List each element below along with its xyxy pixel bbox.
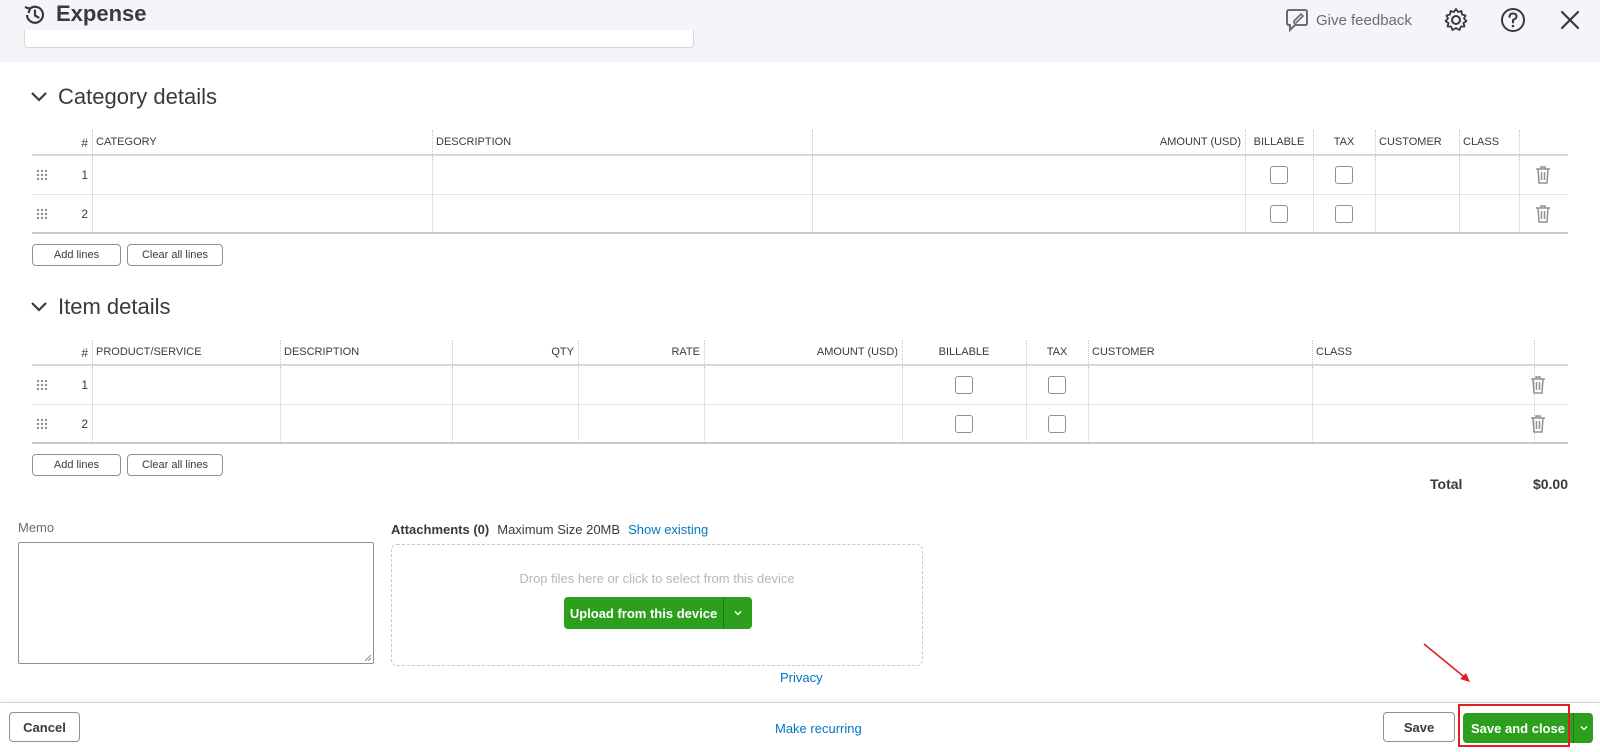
table-row[interactable]: 1 — [32, 156, 1568, 195]
attachments-header: Attachments (0) Maximum Size 20MB Show e… — [391, 522, 708, 537]
billable-checkbox[interactable] — [955, 415, 973, 433]
item-add-lines-button[interactable]: Add lines — [32, 454, 121, 476]
chevron-down-icon — [31, 302, 47, 312]
col-header-number: # — [81, 136, 88, 150]
col-header-customer: CUSTOMER — [1379, 136, 1442, 148]
category-table: # CATEGORY DESCRIPTION AMOUNT (USD) BILL… — [32, 130, 1568, 236]
chevron-down-icon — [1579, 725, 1588, 731]
col-header-amount: AMOUNT (USD) — [1159, 136, 1241, 148]
close-icon[interactable] — [1556, 6, 1584, 34]
upload-options-button[interactable] — [724, 597, 752, 629]
col-header-description: DESCRIPTION — [284, 346, 360, 358]
attachments-max-size: Maximum Size 20MB — [497, 522, 621, 537]
item-clear-lines-button[interactable]: Clear all lines — [127, 454, 223, 476]
col-header-class: CLASS — [1463, 136, 1500, 148]
help-icon[interactable] — [1499, 6, 1527, 34]
tax-checkbox[interactable] — [1335, 166, 1353, 184]
give-feedback-label: Give feedback — [1316, 11, 1412, 29]
page-header: Expense Give feedback — [0, 0, 1600, 62]
cancel-button[interactable]: Cancel — [9, 712, 80, 742]
table-row[interactable]: 1 — [32, 366, 1568, 405]
col-header-number: # — [81, 346, 88, 360]
item-table: # PRODUCT/SERVICE DESCRIPTION QTY RATE A… — [32, 340, 1568, 446]
category-details-toggle[interactable]: Category details — [30, 84, 217, 110]
billable-checkbox[interactable] — [955, 376, 973, 394]
col-header-billable: BILLABLE — [938, 346, 990, 358]
save-button[interactable]: Save — [1383, 712, 1455, 742]
tax-checkbox[interactable] — [1048, 376, 1066, 394]
chevron-down-icon — [734, 610, 742, 616]
memo-label: Memo — [18, 520, 55, 535]
trash-icon[interactable] — [1529, 375, 1547, 395]
col-header-class: CLASS — [1316, 346, 1353, 358]
show-existing-link[interactable]: Show existing — [628, 522, 708, 537]
trash-icon[interactable] — [1534, 165, 1552, 185]
drag-handle-icon[interactable] — [36, 168, 48, 182]
upload-from-device-button[interactable]: Upload from this device — [564, 597, 724, 629]
col-header-billable: BILLABLE — [1253, 136, 1305, 148]
table-header-row: # CATEGORY DESCRIPTION AMOUNT (USD) BILL… — [32, 130, 1568, 156]
drag-handle-icon[interactable] — [36, 378, 48, 392]
category-details-title: Category details — [58, 84, 217, 109]
drag-handle-icon[interactable] — [36, 417, 48, 431]
col-header-tax: TAX — [1333, 136, 1355, 148]
col-header-customer: CUSTOMER — [1092, 346, 1155, 358]
table-header-row: # PRODUCT/SERVICE DESCRIPTION QTY RATE A… — [32, 340, 1568, 366]
attachment-drop-zone[interactable]: Drop files here or click to select from … — [391, 544, 923, 666]
save-options-button[interactable] — [1573, 713, 1593, 743]
col-header-tax: TAX — [1046, 346, 1068, 358]
drop-hint-text: Drop files here or click to select from … — [519, 571, 795, 586]
row-number: 2 — [81, 206, 88, 221]
memo-textarea[interactable] — [18, 542, 374, 664]
item-details-toggle[interactable]: Item details — [30, 294, 171, 320]
gear-icon[interactable] — [1442, 6, 1470, 34]
billable-checkbox[interactable] — [1270, 205, 1288, 223]
resize-handle-icon[interactable] — [364, 654, 372, 662]
footer-bar: Cancel Make recurring Save Save and clos… — [0, 702, 1600, 752]
tax-checkbox[interactable] — [1335, 205, 1353, 223]
col-header-description: DESCRIPTION — [436, 136, 512, 148]
table-row[interactable]: 2 — [32, 405, 1568, 444]
row-number: 1 — [81, 378, 88, 392]
item-details-title: Item details — [58, 294, 171, 319]
col-header-amount: AMOUNT (USD) — [816, 346, 898, 358]
col-header-category: CATEGORY — [96, 136, 157, 148]
chevron-down-icon — [31, 92, 47, 102]
row-number: 2 — [81, 416, 88, 431]
drag-handle-icon[interactable] — [36, 207, 48, 221]
billable-checkbox[interactable] — [1270, 166, 1288, 184]
privacy-link[interactable]: Privacy — [780, 670, 823, 685]
col-header-qty: QTY — [551, 346, 574, 358]
attachments-title: Attachments (0) — [391, 522, 490, 537]
category-add-lines-button[interactable]: Add lines — [32, 244, 121, 266]
col-header-rate: RATE — [671, 346, 700, 358]
annotation-highlight-box — [1458, 704, 1570, 747]
total-value: $0.00 — [1532, 476, 1568, 492]
trash-icon[interactable] — [1529, 414, 1547, 434]
tax-checkbox[interactable] — [1048, 415, 1066, 433]
upload-button-group: Upload from this device — [564, 597, 752, 629]
row-number: 1 — [81, 168, 88, 182]
make-recurring-link[interactable]: Make recurring — [775, 721, 862, 736]
header-input-field[interactable] — [24, 30, 694, 48]
history-icon[interactable] — [22, 2, 48, 28]
table-row[interactable]: 2 — [32, 195, 1568, 234]
give-feedback-button[interactable]: Give feedback — [1284, 6, 1412, 34]
total-label: Total — [1430, 476, 1463, 492]
page-title: Expense — [56, 1, 147, 26]
annotation-arrow-icon — [1423, 643, 1470, 682]
feedback-icon — [1286, 9, 1308, 33]
col-header-product-service: PRODUCT/SERVICE — [96, 346, 202, 358]
category-clear-lines-button[interactable]: Clear all lines — [127, 244, 223, 266]
trash-icon[interactable] — [1534, 204, 1552, 224]
